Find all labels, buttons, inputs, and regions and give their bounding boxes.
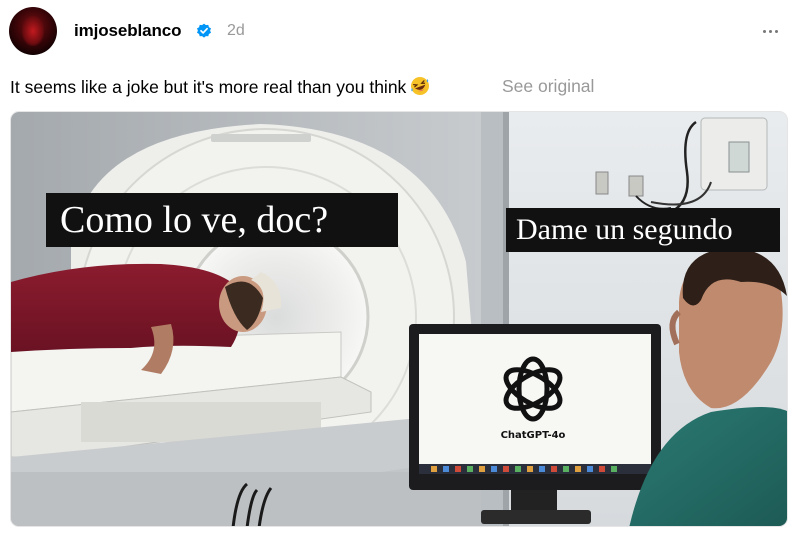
verified-badge-icon bbox=[197, 23, 211, 38]
right-meme-caption: Dame un segundo bbox=[506, 208, 780, 252]
avatar-image bbox=[22, 16, 44, 46]
post-header: imjoseblanco 2d bbox=[0, 0, 800, 62]
screen-label: ChatGPT-4o bbox=[500, 430, 566, 441]
post-image[interactable]: Como lo ve, doc? Dame un segundo ChatGPT… bbox=[10, 111, 788, 527]
left-meme-caption: Como lo ve, doc? bbox=[46, 193, 398, 247]
username[interactable]: imjoseblanco bbox=[74, 21, 182, 41]
avatar[interactable] bbox=[9, 7, 57, 55]
see-original-link[interactable]: See original bbox=[502, 76, 594, 97]
rolling-laughing-emoji bbox=[411, 77, 430, 95]
post-caption: It seems like a joke but it's more real … bbox=[10, 76, 430, 98]
more-options-icon[interactable] bbox=[763, 26, 785, 36]
meme-illustration bbox=[11, 112, 787, 526]
post-time: 2d bbox=[227, 22, 245, 39]
caption-text: It seems like a joke but it's more real … bbox=[10, 77, 407, 97]
